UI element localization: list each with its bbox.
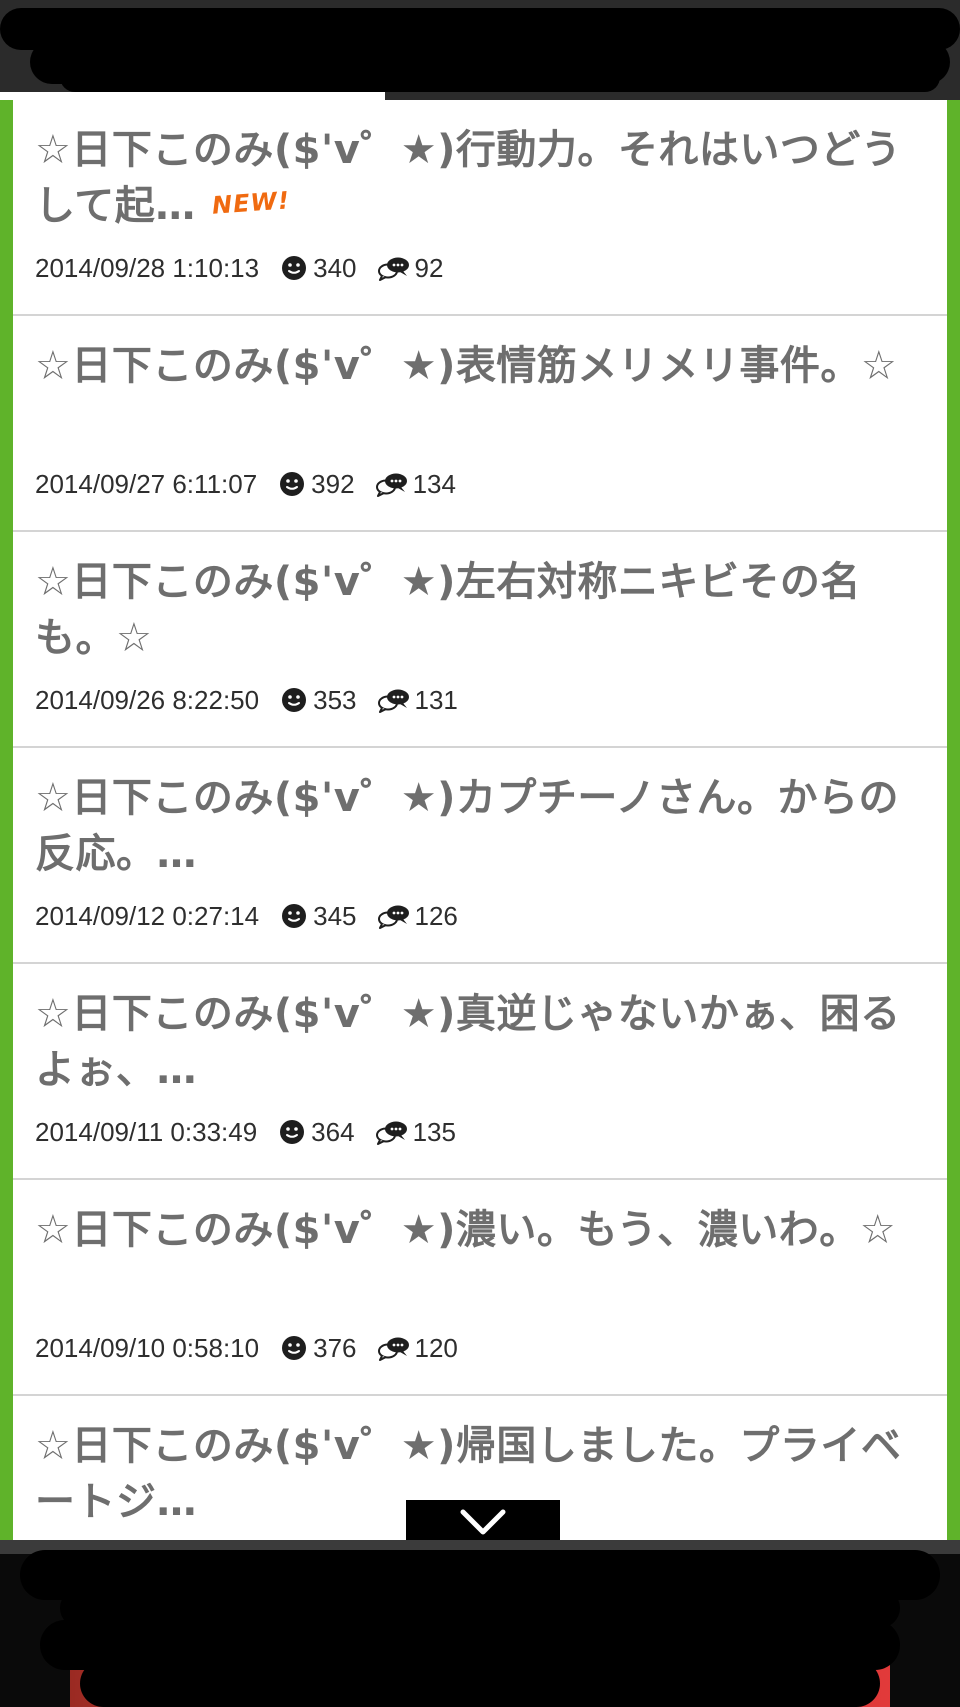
entry-title[interactable]: ☆日下このみ($'v゜★)表情筋メリメリ事件。☆ [35,338,915,394]
comment-count-value: 135 [412,1116,456,1147]
comment-count: 134 [375,469,456,500]
entry-meta: 2014/09/26 8:22:50 353 131 [35,684,458,716]
view-count-value: 340 [313,252,357,283]
left-green-border [0,100,13,1540]
speech-bubble-icon [377,257,409,281]
entry-title-text[interactable]: ☆日下このみ($'v゜★)カプチーノさん。からの反応。… [35,775,899,877]
right-green-border [947,100,960,1540]
chevron-down-icon [460,1509,506,1535]
new-badge: NEW! [210,186,291,220]
entry-meta: 2014/09/27 6:11:07 392 134 [35,468,456,500]
comment-count-value: 120 [414,1332,458,1363]
entry-date: 2014/09/12 0:27:14 [35,900,260,931]
comment-count: 135 [375,1117,456,1148]
view-count-value: 345 [313,900,357,931]
comment-count: 92 [377,252,444,284]
smiley-face-icon [280,472,305,496]
speech-bubble-icon [377,1337,409,1361]
entry-meta: 2014/09/28 1:10:13 340 92 [35,252,443,284]
smiley-face-icon [282,904,307,928]
blog-entry[interactable]: ☆日下このみ($'v゜★)真逆じゃないかぁ、困るよぉ、… 2014/09/11 … [13,964,947,1180]
smiley-face-icon [282,256,307,280]
entry-date: 2014/09/27 6:11:07 [35,468,258,499]
redacted-footer [0,1540,960,1707]
entry-date: 2014/09/11 0:33:49 [35,1116,258,1147]
redacted-header [0,0,960,100]
comment-count-value: 92 [414,252,444,283]
blog-entry[interactable]: ☆日下このみ($'v゜★)表情筋メリメリ事件。☆ 2014/09/27 6:11… [13,316,947,532]
entry-date: 2014/09/26 8:22:50 [35,684,260,715]
blog-entry[interactable]: ☆日下このみ($'v゜★)濃い。もう、濃いわ。☆ 2014/09/10 0:58… [13,1180,947,1396]
speech-bubble-icon [375,1121,407,1145]
comment-count-value: 131 [414,684,458,715]
entry-title[interactable]: ☆日下このみ($'v゜★)真逆じゃないかぁ、困るよぉ、… [35,986,915,1098]
comment-count: 120 [377,1333,458,1364]
entry-title[interactable]: ☆日下このみ($'v゜★)行動力。それはいつどうして起… NEW! [35,122,915,234]
blog-entry[interactable]: ☆日下このみ($'v゜★)左右対称ニキビその名も。☆ 2014/09/26 8:… [13,532,947,748]
blog-entry[interactable]: ☆日下このみ($'v゜★)カプチーノさん。からの反応。… 2014/09/12 … [13,748,947,964]
blog-entry[interactable]: ☆日下このみ($'v゜★)行動力。それはいつどうして起… NEW! 2014/09… [13,100,947,316]
smiley-face-icon [282,1336,307,1360]
entry-meta: 2014/09/12 0:27:14 345 126 [35,900,458,932]
view-count-value: 364 [311,1116,355,1147]
entry-meta: 2014/09/10 0:58:10 376 120 [35,1332,458,1364]
view-count: 364 [279,1116,355,1148]
comment-count: 126 [377,901,458,932]
view-count: 353 [281,684,357,716]
redaction-mark [80,1660,880,1707]
header-highlight-bar [0,92,385,100]
entry-date: 2014/09/28 1:10:13 [35,252,260,283]
blog-entry-list[interactable]: ☆日下このみ($'v゜★)行動力。それはいつどうして起… NEW! 2014/09… [13,100,947,1540]
view-count: 340 [281,252,357,284]
comment-count-value: 126 [414,900,458,931]
view-count-value: 376 [313,1332,357,1363]
entry-title[interactable]: ☆日下このみ($'v゜★)左右対称ニキビその名も。☆ [35,554,915,666]
entry-date: 2014/09/10 0:58:10 [35,1332,260,1363]
entry-title[interactable]: ☆日下このみ($'v゜★)濃い。もう、濃いわ。☆ [35,1202,915,1258]
speech-bubble-icon [377,689,409,713]
redaction-mark [60,62,940,92]
entry-title-text[interactable]: ☆日下このみ($'v゜★)真逆じゃないかぁ、困るよぉ、… [35,991,901,1093]
comment-count-value: 134 [412,468,456,499]
view-count-value: 392 [311,468,355,499]
entry-title-text[interactable]: ☆日下このみ($'v゜★)左右対称ニキビその名も。☆ [35,559,861,661]
entry-title-text[interactable]: ☆日下このみ($'v゜★)行動力。それはいつどうして起… [35,127,901,229]
entry-title[interactable]: ☆日下このみ($'v゜★)カプチーノさん。からの反応。… [35,770,915,882]
view-count: 392 [279,468,355,500]
view-count: 376 [281,1332,357,1364]
view-count: 345 [281,900,357,932]
smiley-face-icon [282,688,307,712]
scroll-down-button[interactable] [406,1500,560,1544]
smiley-face-icon [280,1120,305,1144]
speech-bubble-icon [375,473,407,497]
comment-count: 131 [377,685,458,716]
entry-meta: 2014/09/11 0:33:49 364 135 [35,1116,456,1148]
view-count-value: 353 [313,684,357,715]
entry-title-text[interactable]: ☆日下このみ($'v゜★)濃い。もう、濃いわ。☆ [35,1207,896,1253]
speech-bubble-icon [377,905,409,929]
entry-title-text[interactable]: ☆日下このみ($'v゜★)表情筋メリメリ事件。☆ [35,343,897,389]
